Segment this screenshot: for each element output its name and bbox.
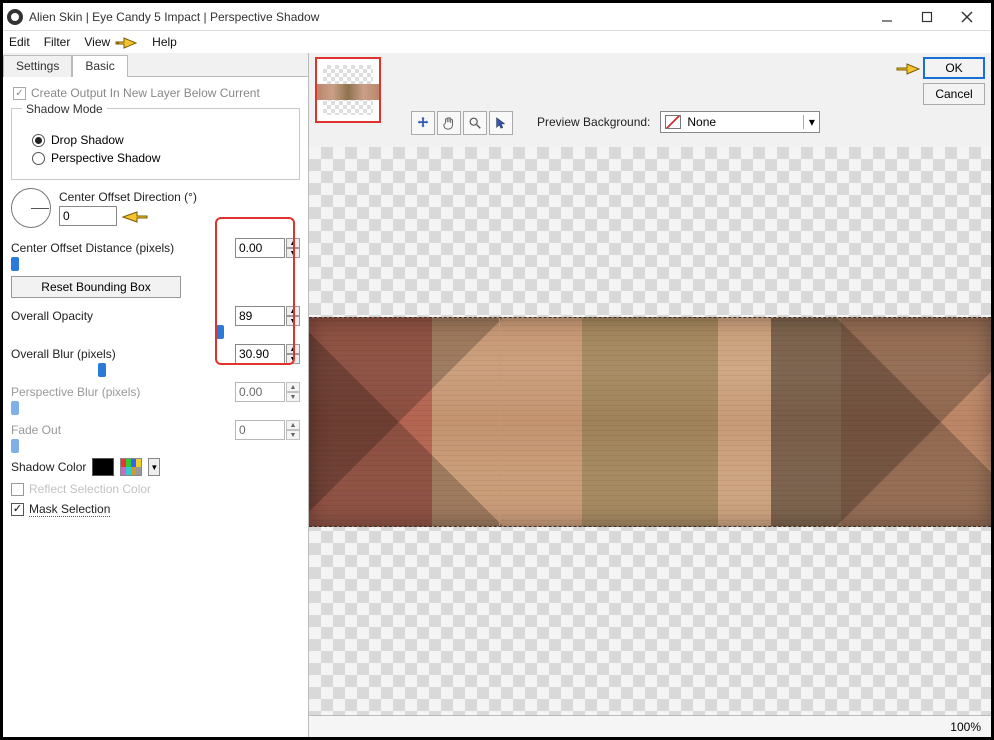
tab-basic[interactable]: Basic bbox=[72, 55, 127, 77]
overall-opacity-input[interactable]: 89 bbox=[235, 306, 285, 326]
center-offset-distance-row: Center Offset Distance (pixels) 0.00 ▲▼ bbox=[11, 238, 300, 258]
reset-bounding-box-button[interactable]: Reset Bounding Box bbox=[11, 276, 181, 298]
menubar: Edit Filter View Help bbox=[3, 31, 991, 53]
app-icon bbox=[7, 9, 23, 25]
create-output-checkbox-row: ✓ Create Output In New Layer Below Curre… bbox=[13, 86, 300, 100]
close-button[interactable] bbox=[947, 5, 987, 29]
tab-settings[interactable]: Settings bbox=[3, 55, 72, 77]
titlebar: Alien Skin | Eye Candy 5 Impact | Perspe… bbox=[3, 3, 991, 31]
selection-marquee bbox=[499, 318, 500, 526]
center-offset-direction-label: Center Offset Direction (°) bbox=[59, 190, 197, 204]
left-tabs: Settings Basic bbox=[3, 53, 308, 77]
left-panel: Settings Basic ✓ Create Output In New La… bbox=[3, 53, 309, 737]
radio-drop-shadow[interactable] bbox=[32, 134, 45, 147]
pointer-tool[interactable] bbox=[489, 111, 513, 135]
overall-blur-spinner[interactable]: ▲▼ bbox=[286, 344, 300, 364]
none-swatch-icon bbox=[665, 115, 681, 129]
overall-blur-row: Overall Blur (pixels) 30.90 ▲▼ bbox=[11, 344, 300, 364]
overall-opacity-row: Overall Opacity 89 ▲▼ bbox=[11, 306, 300, 326]
palette-dropdown[interactable]: ▼ bbox=[148, 458, 160, 476]
center-offset-distance-input[interactable]: 0.00 bbox=[235, 238, 285, 258]
direction-dial[interactable] bbox=[11, 188, 51, 228]
basic-tab-content: ✓ Create Output In New Layer Below Curre… bbox=[3, 77, 308, 737]
center-offset-direction-block: Center Offset Direction (°) 0 bbox=[11, 188, 300, 228]
create-output-checkbox[interactable]: ✓ bbox=[13, 87, 26, 100]
radio-perspective-shadow-row[interactable]: Perspective Shadow bbox=[32, 151, 289, 165]
radio-perspective-shadow[interactable] bbox=[32, 152, 45, 165]
menu-filter[interactable]: Filter bbox=[44, 35, 71, 49]
perspective-blur-label: Perspective Blur (pixels) bbox=[11, 385, 222, 399]
center-offset-distance-slider[interactable] bbox=[11, 258, 300, 270]
mask-selection-row[interactable]: ✓ Mask Selection bbox=[11, 502, 300, 517]
preview-canvas[interactable] bbox=[309, 147, 991, 715]
move-tool[interactable] bbox=[411, 111, 435, 135]
radio-drop-shadow-label: Drop Shadow bbox=[51, 133, 124, 147]
mask-selection-checkbox[interactable]: ✓ bbox=[11, 503, 24, 516]
perspective-blur-row: Perspective Blur (pixels) 0.00 ▲▼ bbox=[11, 382, 300, 402]
shadow-mode-legend: Shadow Mode bbox=[22, 102, 107, 116]
cancel-button[interactable]: Cancel bbox=[923, 83, 985, 105]
shadow-mode-group: Shadow Mode Drop Shadow Perspective Shad… bbox=[11, 108, 300, 180]
preview-image bbox=[309, 317, 991, 527]
window-title: Alien Skin | Eye Candy 5 Impact | Perspe… bbox=[29, 10, 867, 24]
overall-opacity-slider[interactable] bbox=[11, 326, 300, 338]
center-offset-distance-label: Center Offset Distance (pixels) bbox=[11, 241, 222, 255]
hand-tool[interactable] bbox=[437, 111, 461, 135]
preview-background-select[interactable]: None ▾ bbox=[660, 111, 820, 133]
ok-button[interactable]: OK bbox=[923, 57, 985, 79]
app-window: Alien Skin | Eye Candy 5 Impact | Perspe… bbox=[0, 0, 994, 740]
create-output-label: Create Output In New Layer Below Current bbox=[31, 86, 260, 100]
zoom-tool[interactable] bbox=[463, 111, 487, 135]
center-offset-direction-input[interactable]: 0 bbox=[59, 206, 117, 226]
pointer-icon bbox=[114, 33, 138, 51]
pointer-icon bbox=[895, 59, 921, 77]
right-panel: Preview Background: None ▾ OK Cancel bbox=[309, 53, 991, 737]
center-offset-distance-spinner[interactable]: ▲▼ bbox=[286, 238, 300, 258]
preview-toolbar-area: Preview Background: None ▾ OK Cancel bbox=[309, 53, 991, 147]
menu-help[interactable]: Help bbox=[152, 35, 177, 49]
dialog-buttons: OK Cancel bbox=[895, 57, 985, 105]
chevron-down-icon: ▾ bbox=[803, 115, 819, 129]
minimize-button[interactable] bbox=[867, 5, 907, 29]
radio-drop-shadow-row[interactable]: Drop Shadow bbox=[32, 133, 289, 147]
palette-icon[interactable] bbox=[120, 458, 142, 476]
perspective-blur-input: 0.00 bbox=[235, 382, 285, 402]
radio-perspective-shadow-label: Perspective Shadow bbox=[51, 151, 160, 165]
maximize-button[interactable] bbox=[907, 5, 947, 29]
fade-out-slider bbox=[11, 440, 300, 452]
reflect-selection-label: Reflect Selection Color bbox=[29, 482, 151, 496]
status-bar: 100% bbox=[309, 715, 991, 737]
menu-view[interactable]: View bbox=[84, 35, 110, 49]
thumbnail-preview[interactable] bbox=[315, 57, 381, 123]
overall-opacity-label: Overall Opacity bbox=[11, 309, 222, 323]
fade-out-label: Fade Out bbox=[11, 423, 222, 437]
shadow-color-row: Shadow Color ▼ bbox=[11, 458, 300, 476]
fade-out-row: Fade Out 0 ▲▼ bbox=[11, 420, 300, 440]
reflect-selection-checkbox bbox=[11, 483, 24, 496]
shadow-color-label: Shadow Color bbox=[11, 460, 86, 474]
perspective-blur-slider bbox=[11, 402, 300, 414]
fade-out-spinner: ▲▼ bbox=[286, 420, 300, 440]
mask-selection-label: Mask Selection bbox=[29, 502, 110, 517]
preview-background-value: None bbox=[685, 115, 803, 129]
zoom-level: 100% bbox=[950, 720, 981, 734]
fade-out-input: 0 bbox=[235, 420, 285, 440]
overall-blur-slider[interactable] bbox=[11, 364, 300, 376]
pointer-icon bbox=[119, 207, 149, 225]
overall-blur-label: Overall Blur (pixels) bbox=[11, 347, 222, 361]
menu-edit[interactable]: Edit bbox=[9, 35, 30, 49]
overall-blur-input[interactable]: 30.90 bbox=[235, 344, 285, 364]
reflect-selection-row: Reflect Selection Color bbox=[11, 482, 300, 496]
overall-opacity-spinner[interactable]: ▲▼ bbox=[286, 306, 300, 326]
shadow-color-swatch[interactable] bbox=[92, 458, 114, 476]
preview-toolbar bbox=[411, 111, 513, 135]
preview-background-label: Preview Background: bbox=[537, 115, 650, 129]
perspective-blur-spinner: ▲▼ bbox=[286, 382, 300, 402]
